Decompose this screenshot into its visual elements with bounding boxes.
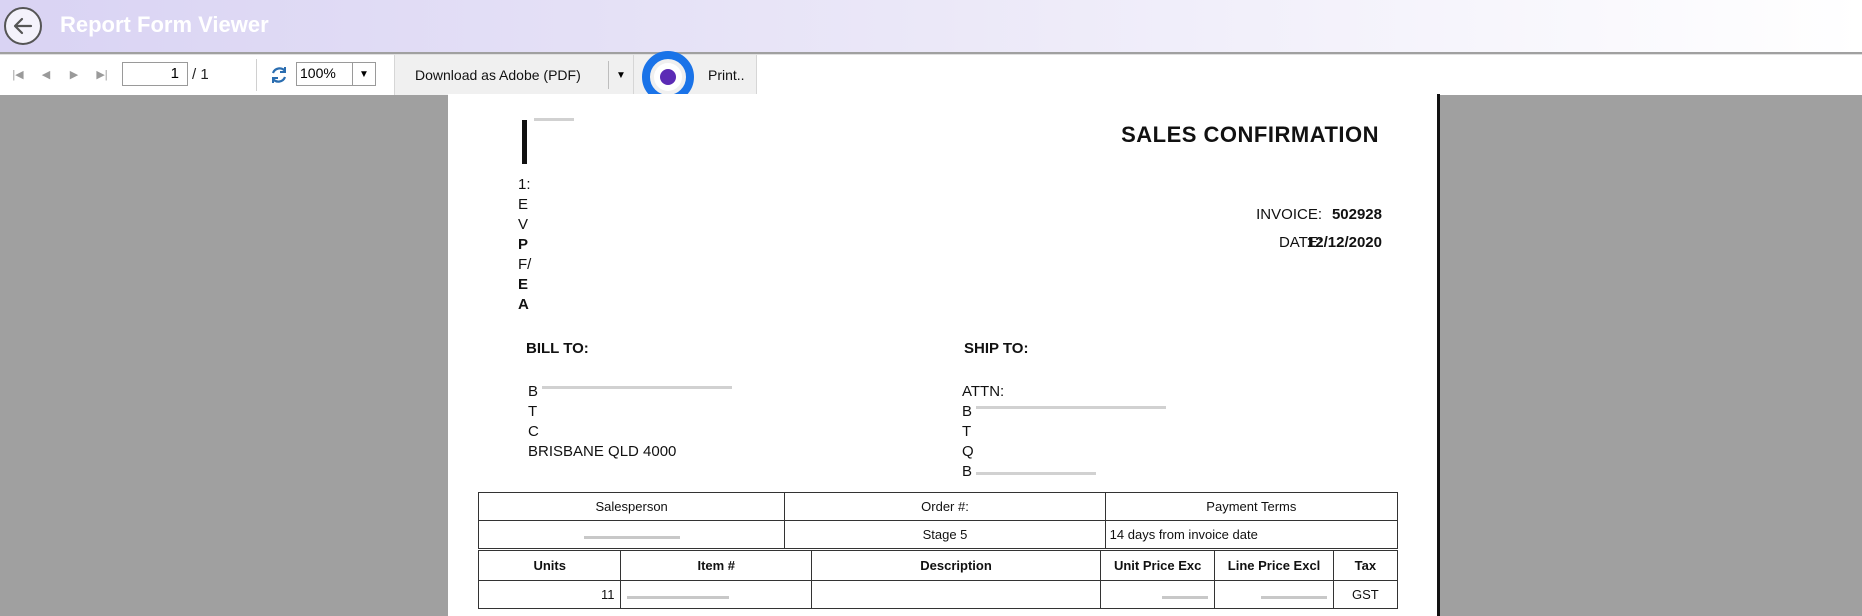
redacted-text (976, 472, 1096, 475)
page-total: / 1 (192, 66, 209, 83)
ship-to-line: Q (962, 443, 974, 460)
bill-to-line: BRISBANE QLD 4000 (528, 443, 677, 460)
download-dropdown-icon[interactable]: ▼ (608, 61, 633, 89)
company-line: E (518, 196, 529, 213)
first-page-icon[interactable]: |◀ (12, 68, 24, 82)
bill-to-line: B (528, 383, 539, 400)
payment-terms-value: 14 days from invoice date (1104, 520, 1399, 549)
company-line: P (518, 236, 529, 253)
window-title: Report Form Viewer (60, 12, 269, 37)
print-button[interactable]: Print.. (634, 51, 757, 103)
redacted-text (534, 118, 574, 121)
tax-cell: GST (1332, 580, 1399, 609)
redacted-text (542, 386, 732, 389)
bill-to-line: T (528, 403, 538, 420)
line-price-header: Line Price Excl (1214, 550, 1334, 581)
summary-table: Salesperson Order #: Payment Terms Stage… (477, 492, 1399, 549)
description-header: Description (811, 550, 1101, 581)
ship-to-line: B (962, 403, 973, 420)
company-line: E (518, 276, 529, 293)
zoom-value: 100% (300, 65, 336, 81)
company-line: 1: (518, 176, 531, 193)
download-pdf-button[interactable]: Download as Adobe (PDF) ▼ (394, 55, 634, 95)
report-heading: SALES CONFIRMATION (1121, 122, 1379, 147)
company-line: V (518, 216, 529, 233)
table-row: 11 GST (477, 580, 1399, 609)
unit-price-header: Unit Price Exc (1099, 550, 1216, 581)
chevron-down-icon[interactable]: ▼ (352, 63, 375, 85)
units-cell: 11 (477, 580, 622, 609)
ship-to-line: ATTN: (962, 383, 1005, 400)
summary-value-row: Stage 5 14 days from invoice date (477, 520, 1399, 549)
page-number-input[interactable]: 1 (122, 62, 188, 86)
unit-price-cell (1099, 580, 1216, 609)
previous-page-icon[interactable]: ◀ (40, 68, 52, 82)
ship-to-line: T (962, 423, 972, 440)
item-number-header: Item # (620, 550, 813, 581)
order-header: Order #: (784, 492, 1106, 521)
zoom-select[interactable]: 100% ▼ (296, 62, 376, 86)
bill-to-label: BILL TO: (526, 340, 589, 357)
invoice-label: INVOICE: (1256, 206, 1322, 223)
company-line: A (518, 296, 529, 313)
print-label: Print.. (708, 67, 745, 83)
ship-to-address: ATTN: B T Q B (962, 382, 1004, 482)
ship-to-label: SHIP TO: (964, 340, 1029, 357)
items-header-row: Units Item # Description Unit Price Exc … (477, 550, 1399, 581)
company-logo (522, 120, 527, 164)
order-value: Stage 5 (784, 520, 1106, 549)
tax-header: Tax (1332, 550, 1399, 581)
arrow-left-icon (13, 17, 33, 35)
last-page-icon[interactable]: ▶| (96, 68, 108, 82)
report-toolbar: |◀ ◀ ▶ ▶| 1 / 1 100% ▼ Download as Adobe… (0, 51, 1862, 103)
bill-to-address: B T C BRISBANE QLD 4000 (528, 382, 676, 462)
bill-to-line: C (528, 423, 539, 440)
redacted-text (976, 406, 1166, 409)
company-address: 1: E V P F/ E A (518, 175, 531, 315)
refresh-icon[interactable] (268, 64, 290, 86)
salesperson-header: Salesperson (477, 492, 786, 521)
line-price-cell (1214, 580, 1334, 609)
toolbar-separator (256, 59, 257, 91)
company-line: F/ (518, 256, 532, 273)
payment-terms-header: Payment Terms (1104, 492, 1399, 521)
report-page: 1: E V P F/ E A SALES CONFIRMATION INVOI… (448, 94, 1440, 616)
next-page-icon[interactable]: ▶ (68, 68, 80, 82)
download-label: Download as Adobe (PDF) (415, 67, 581, 83)
units-header: Units (477, 550, 622, 581)
title-bar: Report Form Viewer (0, 0, 1862, 52)
invoice-number: 502928 (1331, 206, 1382, 223)
invoice-date: 12/12/2020 (1306, 234, 1382, 251)
items-table: Units Item # Description Unit Price Exc … (477, 550, 1399, 609)
back-button[interactable] (4, 7, 42, 45)
item-number-cell (620, 580, 813, 609)
summary-header-row: Salesperson Order #: Payment Terms (477, 492, 1399, 521)
salesperson-value (477, 520, 786, 549)
description-cell (811, 580, 1101, 609)
